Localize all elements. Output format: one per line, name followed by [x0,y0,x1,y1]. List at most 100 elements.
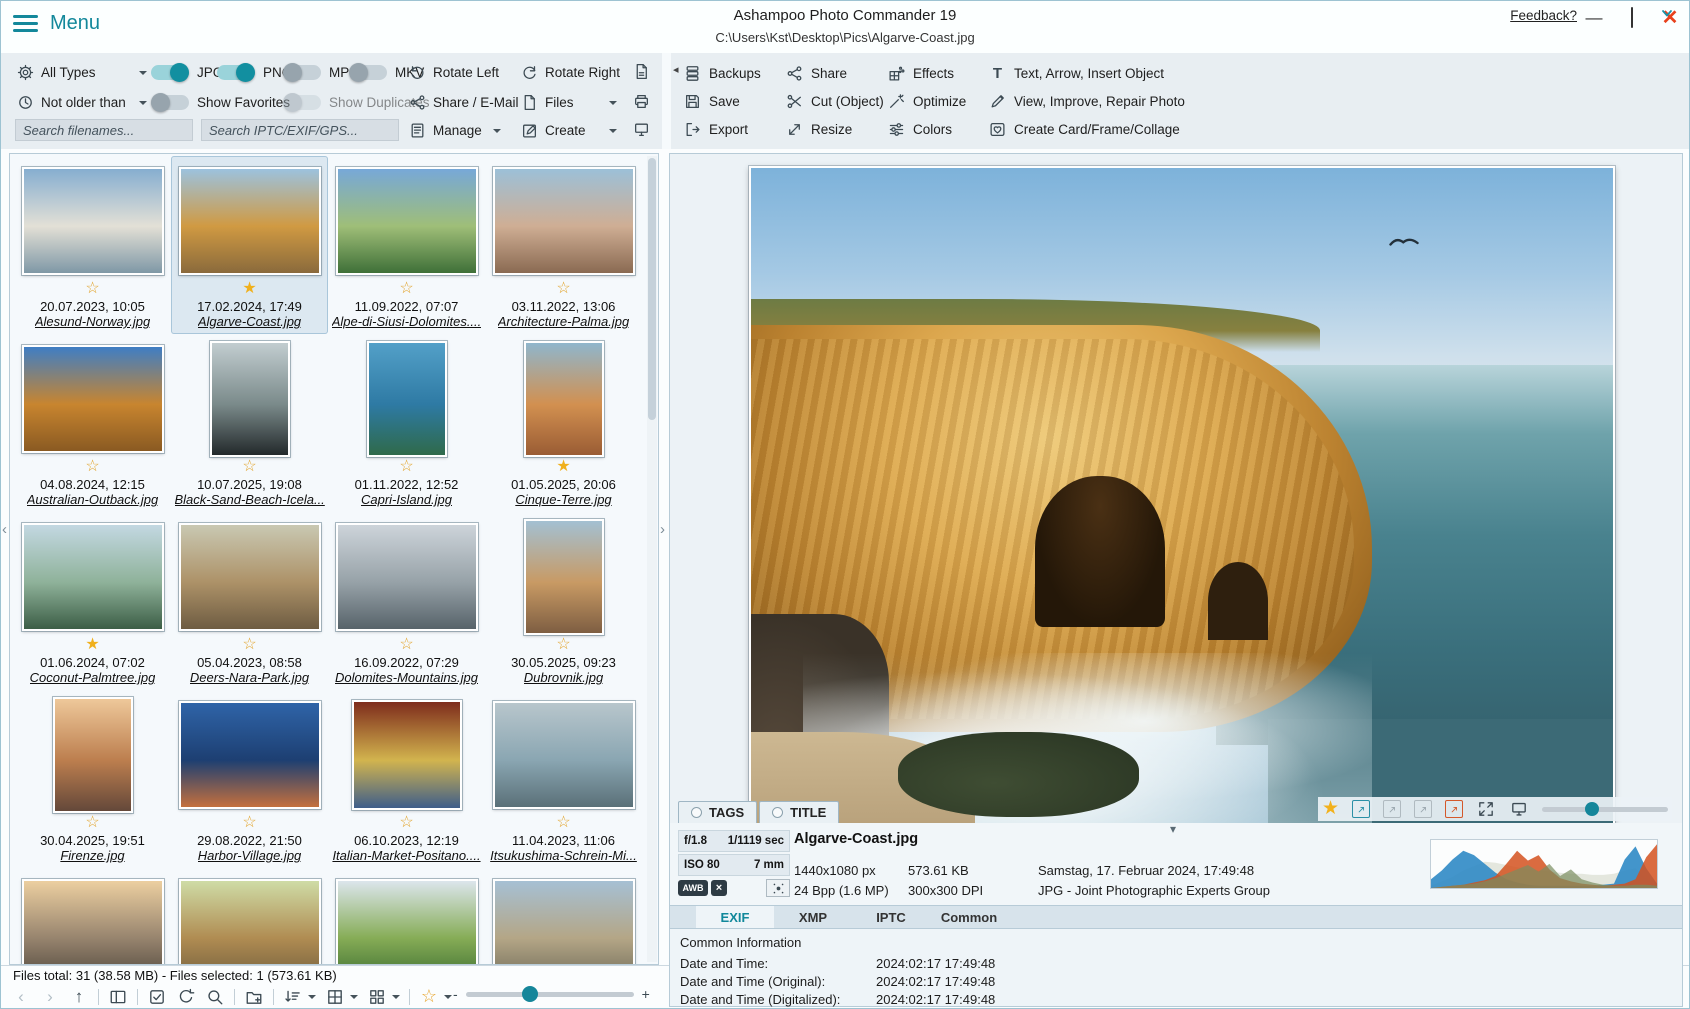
refresh-button[interactable] [176,987,196,1007]
new-folder-button[interactable] [244,987,264,1007]
photo-thumbnail[interactable] [179,701,321,809]
thumbnail-item[interactable]: ☆11.09.2022, 07:07Alpe-di-Siusi-Dolomite… [328,156,485,334]
zoom-slider-track[interactable] [466,992,634,997]
png-filter-toggle[interactable]: PNG [217,61,292,83]
favorite-star-icon[interactable]: ☆ [399,636,413,654]
show-on-monitor-button[interactable] [633,118,650,140]
forward-button[interactable]: › [40,987,60,1007]
thumbnail-filename[interactable]: Australian-Outback.jpg [27,492,159,507]
favorite-star-icon[interactable]: ☆ [85,458,99,476]
photo-thumbnail[interactable] [22,345,164,453]
slideshow-nav-4[interactable] [1445,800,1463,818]
toolbar-button-optimize[interactable]: Optimize [888,87,989,115]
toolbar-button-cut-object[interactable]: Cut (Object) [786,87,888,115]
tab-common[interactable]: Common [930,906,1008,928]
manage-dropdown[interactable]: Manage [409,119,501,141]
back-button[interactable]: ‹ [11,987,31,1007]
toolbar-button-backups[interactable]: Backups [684,59,786,87]
show-favorites-toggle[interactable]: Show Favorites [151,91,290,113]
photo-thumbnail[interactable] [22,523,164,631]
select-mode-button[interactable] [147,987,167,1007]
thumbnail-item[interactable]: ☆05.04.2023, 08:58Deers-Nara-Park.jpg [171,512,328,690]
photo-thumbnail[interactable] [179,879,321,965]
view-mode-button[interactable] [325,987,345,1007]
thumbnail-item[interactable]: ☆29.08.2022, 21:50Harbor-Village.jpg [171,690,328,868]
collapse-left-panel-arrow[interactable]: ‹ [2,521,7,538]
slideshow-nav-1[interactable] [1352,800,1370,818]
thumbnail-filename[interactable]: Harbor-Village.jpg [198,848,302,863]
minimize-button[interactable]: — [1585,8,1603,28]
tab-title[interactable]: TITLE [759,801,839,823]
slideshow-nav-2[interactable] [1383,800,1401,818]
photo-thumbnail[interactable] [352,700,462,810]
toggle-switch[interactable] [283,65,321,80]
toolbar-button-text-arrow-insert-object[interactable]: TText, Arrow, Insert Object [989,59,1185,87]
rotate-left-button[interactable]: Rotate Left [409,61,499,83]
thumbnail-filename[interactable]: Dolomites-Mountains.jpg [335,670,478,685]
preview-zoom-slider[interactable] [1542,807,1668,812]
favorite-star-icon[interactable]: ☆ [85,280,99,298]
thumbnail-item[interactable]: ☆20.07.2023, 10:05Alesund-Norway.jpg [14,156,171,334]
photo-thumbnail[interactable] [179,167,321,275]
thumbnail-filename[interactable]: Deers-Nara-Park.jpg [190,670,309,685]
thumbnail-item[interactable]: ☆11.04.2023, 11:06Itsukushima-Schrein-Mi… [485,690,642,868]
thumbnail-filename[interactable]: Black-Sand-Beach-Icela... [175,492,325,507]
thumbnail-filename[interactable]: Architecture-Palma.jpg [498,314,630,329]
toggle-switch[interactable] [349,65,387,80]
preview-slider-knob[interactable] [1585,802,1599,816]
toolbar-button-resize[interactable]: Resize [786,115,888,143]
thumbnail-filename[interactable]: Itsukushima-Schrein-Mi... [490,848,637,863]
zoom-slider-knob[interactable] [522,986,538,1002]
sort-button[interactable] [283,987,303,1007]
share-email-button[interactable]: Share / E-Mail [409,91,519,113]
chevron-down-icon[interactable] [444,995,452,1003]
photo-thumbnail[interactable] [367,341,447,457]
search-button[interactable] [205,987,225,1007]
toolbar-button-export[interactable]: Export [684,115,786,143]
toggle-switch[interactable] [217,65,255,80]
favorite-star-icon[interactable]: ☆ [399,814,413,832]
export-pdf-button[interactable] [633,60,650,82]
thumbnail-item[interactable]: ☆01.11.2022, 12:52Capri-Island.jpg [328,334,485,512]
photo-thumbnail[interactable] [493,879,635,965]
photo-thumbnail[interactable] [53,697,133,813]
thumbnail-filename[interactable]: Coconut-Palmtree.jpg [30,670,156,685]
thumbnail-filename[interactable]: Dubrovnik.jpg [524,670,604,685]
search-filenames-input[interactable] [15,119,193,141]
rotate-right-button[interactable]: Rotate Right [521,61,620,83]
toolbar-button-effects[interactable]: Effects [888,59,989,87]
photo-thumbnail[interactable] [493,701,635,809]
thumbnail-filename[interactable]: Alpe-di-Siusi-Dolomites.... [332,314,482,329]
print-button[interactable] [633,90,650,112]
feedback-link[interactable]: Feedback? [1510,8,1577,23]
favorite-star-icon[interactable]: ☆ [242,636,256,654]
thumbnail-item[interactable]: ★17.02.2024, 17:49Algarve-Coast.jpg [171,156,328,334]
thumbnail-item[interactable]: ☆06.10.2023, 12:19Italian-Market-Positan… [328,690,485,868]
thumbnail-item[interactable] [328,868,485,965]
favorite-star-icon[interactable]: ☆ [556,636,570,654]
search-metadata-input[interactable] [201,119,399,141]
thumbnail-item[interactable]: ☆16.09.2022, 07:29Dolomites-Mountains.jp… [328,512,485,690]
photo-thumbnail[interactable] [524,341,604,457]
thumbnail-item[interactable] [14,868,171,965]
favorite-star-icon[interactable]: ☆ [556,280,570,298]
thumbnail-item[interactable]: ☆04.08.2024, 12:15Australian-Outback.jpg [14,334,171,512]
photo-thumbnail[interactable] [22,879,164,965]
thumbnail-filename[interactable]: Firenze.jpg [60,848,124,863]
thumbnail-item[interactable]: ★01.06.2024, 07:02Coconut-Palmtree.jpg [14,512,171,690]
tab-xmp[interactable]: XMP [774,906,852,928]
photo-thumbnail[interactable] [210,341,290,457]
favorite-star-icon[interactable]: ★ [556,458,570,476]
favorite-star-icon[interactable]: ☆ [242,458,256,476]
thumbnail-filename[interactable]: Cinque-Terre.jpg [515,492,611,507]
files-dropdown[interactable]: Files [521,91,617,113]
thumbnail-item[interactable]: ☆30.04.2025, 19:51Firenze.jpg [14,690,171,868]
photo-thumbnail[interactable] [336,167,478,275]
tab-exif[interactable]: EXIF [696,906,774,928]
favorite-star-icon[interactable]: ☆ [556,814,570,832]
photo-thumbnail[interactable] [524,519,604,635]
thumbnail-filename[interactable]: Algarve-Coast.jpg [198,314,301,329]
thumbnail-filename[interactable]: Capri-Island.jpg [361,492,452,507]
preview-slider-track[interactable] [1542,807,1668,812]
jpg-filter-toggle[interactable]: JPG [151,61,223,83]
